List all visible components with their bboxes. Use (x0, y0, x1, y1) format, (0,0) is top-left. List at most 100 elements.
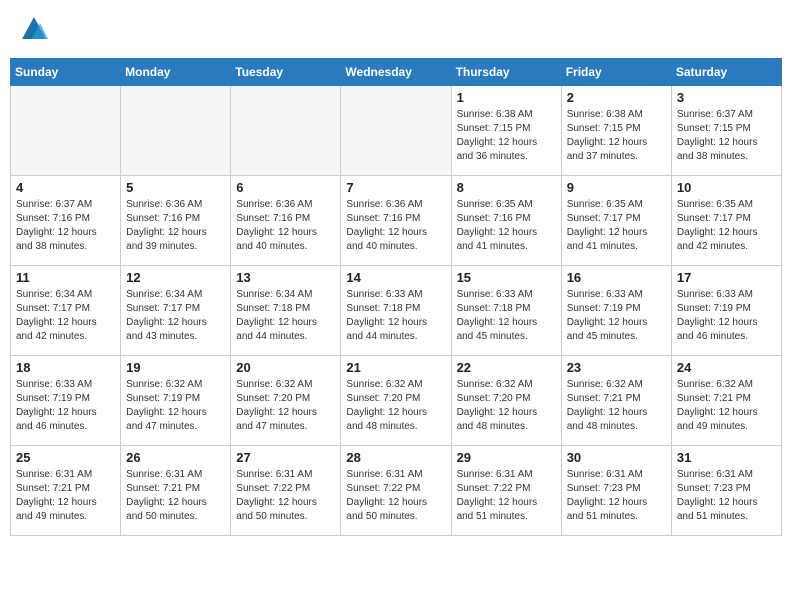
day-number: 31 (677, 450, 776, 465)
day-number: 5 (126, 180, 225, 195)
day-cell: 23 Sunrise: 6:32 AM Sunset: 7:21 PM Dayli… (561, 356, 671, 446)
day-number: 26 (126, 450, 225, 465)
day-info: Sunrise: 6:36 AM Sunset: 7:16 PM Dayligh… (126, 198, 225, 254)
day-cell: 28 Sunrise: 6:31 AM Sunset: 7:22 PM Dayli… (341, 446, 451, 536)
day-cell: 20 Sunrise: 6:32 AM Sunset: 7:20 PM Dayli… (231, 356, 341, 446)
day-cell: 19 Sunrise: 6:32 AM Sunset: 7:19 PM Dayli… (121, 356, 231, 446)
day-number: 25 (16, 450, 115, 465)
day-cell: 17 Sunrise: 6:33 AM Sunset: 7:19 PM Dayli… (671, 266, 781, 356)
logo (20, 15, 52, 43)
day-cell: 11 Sunrise: 6:34 AM Sunset: 7:17 PM Dayli… (11, 266, 121, 356)
day-cell: 18 Sunrise: 6:33 AM Sunset: 7:19 PM Dayli… (11, 356, 121, 446)
day-cell: 31 Sunrise: 6:31 AM Sunset: 7:23 PM Dayli… (671, 446, 781, 536)
day-number: 14 (346, 270, 445, 285)
day-number: 12 (126, 270, 225, 285)
day-cell: 26 Sunrise: 6:31 AM Sunset: 7:21 PM Dayli… (121, 446, 231, 536)
day-cell (231, 86, 341, 176)
week-row-4: 18 Sunrise: 6:33 AM Sunset: 7:19 PM Dayli… (11, 356, 782, 446)
calendar-table: SundayMondayTuesdayWednesdayThursdayFrid… (10, 58, 782, 536)
week-row-3: 11 Sunrise: 6:34 AM Sunset: 7:17 PM Dayli… (11, 266, 782, 356)
day-info: Sunrise: 6:35 AM Sunset: 7:16 PM Dayligh… (457, 198, 556, 254)
day-cell: 27 Sunrise: 6:31 AM Sunset: 7:22 PM Dayli… (231, 446, 341, 536)
day-number: 28 (346, 450, 445, 465)
day-number: 10 (677, 180, 776, 195)
day-number: 18 (16, 360, 115, 375)
day-number: 16 (567, 270, 666, 285)
day-cell: 5 Sunrise: 6:36 AM Sunset: 7:16 PM Daylig… (121, 176, 231, 266)
day-number: 15 (457, 270, 556, 285)
day-info: Sunrise: 6:31 AM Sunset: 7:23 PM Dayligh… (677, 468, 776, 524)
page-header (10, 10, 782, 48)
day-number: 27 (236, 450, 335, 465)
day-info: Sunrise: 6:32 AM Sunset: 7:19 PM Dayligh… (126, 378, 225, 434)
week-row-5: 25 Sunrise: 6:31 AM Sunset: 7:21 PM Dayli… (11, 446, 782, 536)
day-info: Sunrise: 6:31 AM Sunset: 7:22 PM Dayligh… (236, 468, 335, 524)
week-row-2: 4 Sunrise: 6:37 AM Sunset: 7:16 PM Daylig… (11, 176, 782, 266)
day-number: 3 (677, 90, 776, 105)
day-cell: 4 Sunrise: 6:37 AM Sunset: 7:16 PM Daylig… (11, 176, 121, 266)
day-cell: 30Sunrise: 6:31 AM Sunset: 7:23 PM Dayli… (561, 446, 671, 536)
day-header-friday: Friday (561, 59, 671, 86)
day-info: Sunrise: 6:33 AM Sunset: 7:19 PM Dayligh… (567, 288, 666, 344)
day-header-saturday: Saturday (671, 59, 781, 86)
day-number: 23 (567, 360, 666, 375)
day-number: 4 (16, 180, 115, 195)
day-info: Sunrise: 6:34 AM Sunset: 7:18 PM Dayligh… (236, 288, 335, 344)
day-cell: 8 Sunrise: 6:35 AM Sunset: 7:16 PM Daylig… (451, 176, 561, 266)
day-info: Sunrise: 6:34 AM Sunset: 7:17 PM Dayligh… (16, 288, 115, 344)
day-number: 24 (677, 360, 776, 375)
calendar-body: 1 Sunrise: 6:38 AM Sunset: 7:15 PM Daylig… (11, 86, 782, 536)
day-info: Sunrise: 6:32 AM Sunset: 7:21 PM Dayligh… (567, 378, 666, 434)
day-header-tuesday: Tuesday (231, 59, 341, 86)
day-cell: 15 Sunrise: 6:33 AM Sunset: 7:18 PM Dayli… (451, 266, 561, 356)
day-number: 30 (567, 450, 666, 465)
day-info: Sunrise: 6:35 AM Sunset: 7:17 PM Dayligh… (677, 198, 776, 254)
day-cell (341, 86, 451, 176)
logo-icon (20, 15, 48, 43)
day-info: Sunrise: 6:31 AM Sunset: 7:22 PM Dayligh… (457, 468, 556, 524)
day-info: Sunrise: 6:32 AM Sunset: 7:21 PM Dayligh… (677, 378, 776, 434)
day-number: 29 (457, 450, 556, 465)
day-info: Sunrise: 6:32 AM Sunset: 7:20 PM Dayligh… (236, 378, 335, 434)
day-info: Sunrise: 6:31 AM Sunset: 7:22 PM Dayligh… (346, 468, 445, 524)
day-number: 17 (677, 270, 776, 285)
day-info: Sunrise: 6:32 AM Sunset: 7:20 PM Dayligh… (457, 378, 556, 434)
day-number: 11 (16, 270, 115, 285)
day-cell: 21Sunrise: 6:32 AM Sunset: 7:20 PM Dayli… (341, 356, 451, 446)
day-info: Sunrise: 6:35 AM Sunset: 7:17 PM Dayligh… (567, 198, 666, 254)
day-number: 7 (346, 180, 445, 195)
calendar-header: SundayMondayTuesdayWednesdayThursdayFrid… (11, 59, 782, 86)
day-info: Sunrise: 6:31 AM Sunset: 7:21 PM Dayligh… (126, 468, 225, 524)
day-cell: 2 Sunrise: 6:38 AM Sunset: 7:15 PM Daylig… (561, 86, 671, 176)
day-number: 2 (567, 90, 666, 105)
day-info: Sunrise: 6:37 AM Sunset: 7:15 PM Dayligh… (677, 108, 776, 164)
day-number: 20 (236, 360, 335, 375)
day-info: Sunrise: 6:38 AM Sunset: 7:15 PM Dayligh… (567, 108, 666, 164)
day-cell: 12 Sunrise: 6:34 AM Sunset: 7:17 PM Dayli… (121, 266, 231, 356)
day-number: 8 (457, 180, 556, 195)
day-number: 6 (236, 180, 335, 195)
day-cell: 1Sunrise: 6:38 AM Sunset: 7:15 PM Daylig… (451, 86, 561, 176)
day-info: Sunrise: 6:37 AM Sunset: 7:16 PM Dayligh… (16, 198, 115, 254)
day-cell: 3 Sunrise: 6:37 AM Sunset: 7:15 PM Daylig… (671, 86, 781, 176)
day-number: 19 (126, 360, 225, 375)
day-cell: 7Sunrise: 6:36 AM Sunset: 7:16 PM Daylig… (341, 176, 451, 266)
day-cell: 6Sunrise: 6:36 AM Sunset: 7:16 PM Daylig… (231, 176, 341, 266)
day-cell (11, 86, 121, 176)
day-header-wednesday: Wednesday (341, 59, 451, 86)
day-cell: 29 Sunrise: 6:31 AM Sunset: 7:22 PM Dayli… (451, 446, 561, 536)
day-info: Sunrise: 6:33 AM Sunset: 7:18 PM Dayligh… (457, 288, 556, 344)
day-cell: 16 Sunrise: 6:33 AM Sunset: 7:19 PM Dayli… (561, 266, 671, 356)
day-info: Sunrise: 6:32 AM Sunset: 7:20 PM Dayligh… (346, 378, 445, 434)
day-info: Sunrise: 6:33 AM Sunset: 7:19 PM Dayligh… (677, 288, 776, 344)
day-info: Sunrise: 6:33 AM Sunset: 7:19 PM Dayligh… (16, 378, 115, 434)
day-cell: 14Sunrise: 6:33 AM Sunset: 7:18 PM Dayli… (341, 266, 451, 356)
day-number: 9 (567, 180, 666, 195)
day-info: Sunrise: 6:31 AM Sunset: 7:21 PM Dayligh… (16, 468, 115, 524)
day-header-sunday: Sunday (11, 59, 121, 86)
day-number: 1 (457, 90, 556, 105)
day-info: Sunrise: 6:34 AM Sunset: 7:17 PM Dayligh… (126, 288, 225, 344)
day-header-monday: Monday (121, 59, 231, 86)
day-number: 13 (236, 270, 335, 285)
day-cell (121, 86, 231, 176)
